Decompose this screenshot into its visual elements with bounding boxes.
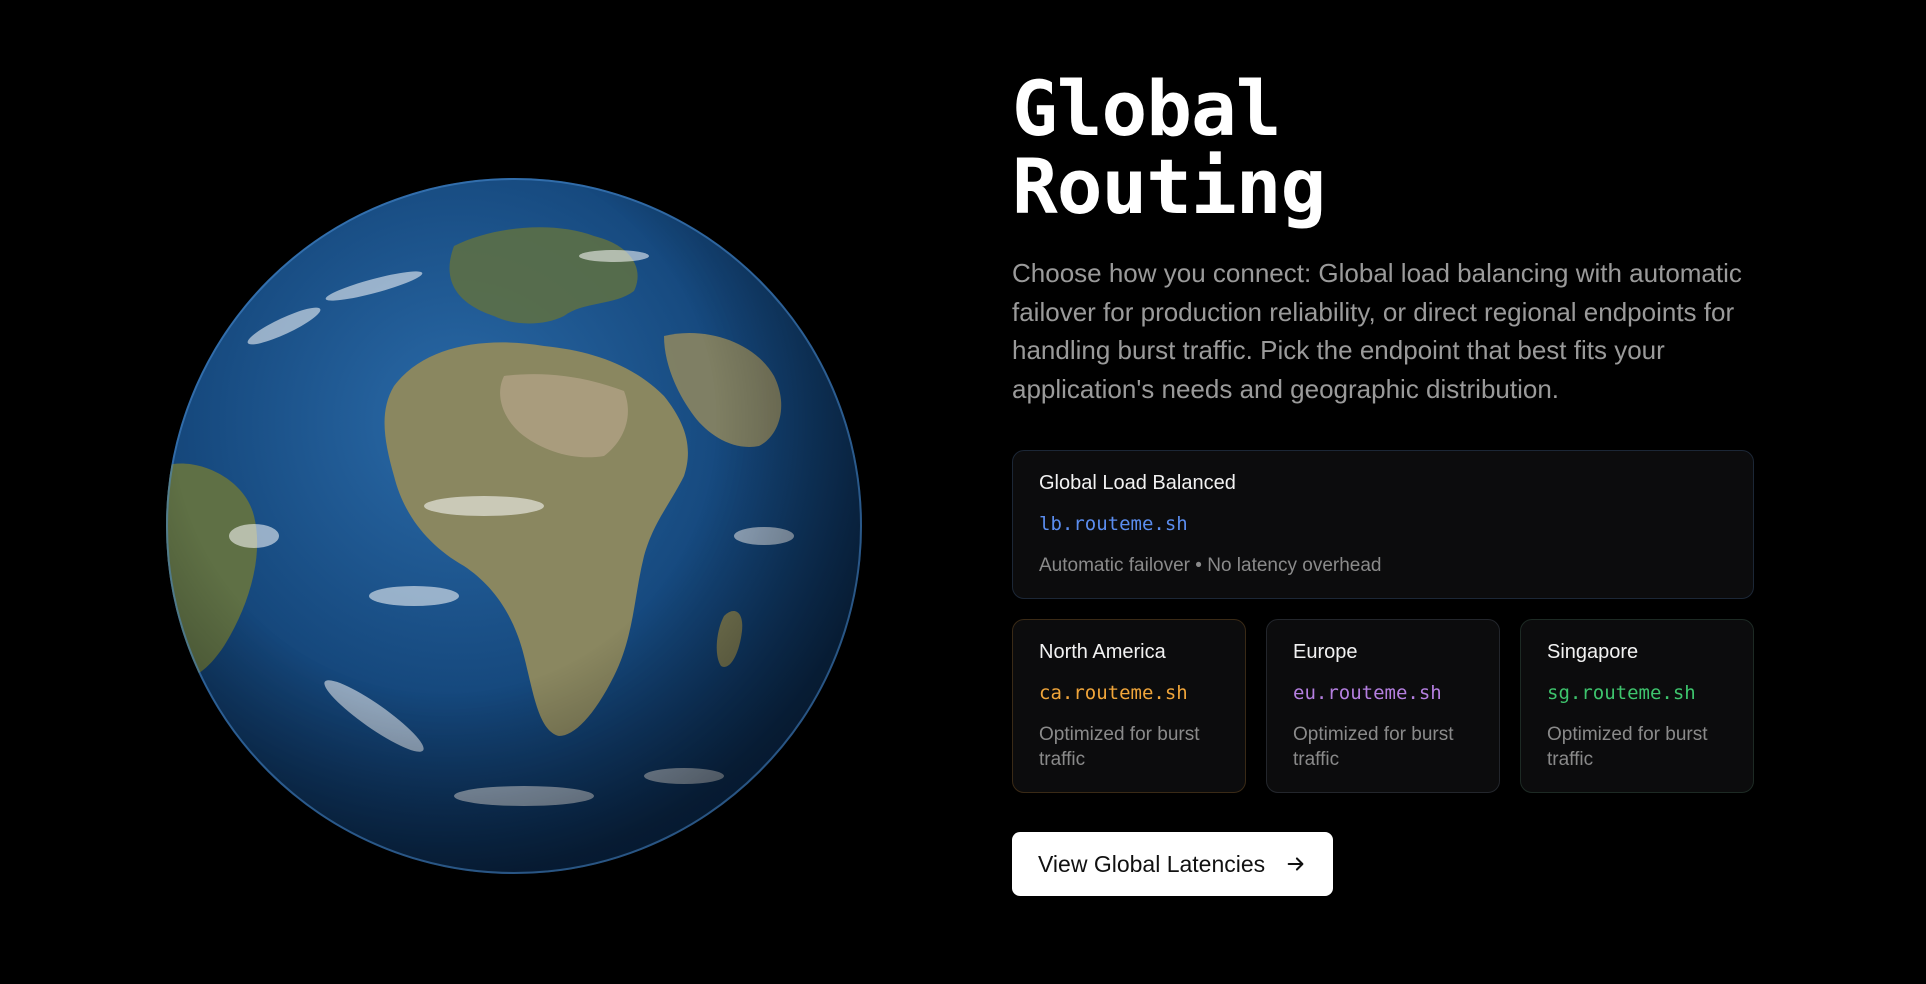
card-title: Europe (1293, 641, 1358, 663)
region-card-europe[interactable]: Europe eu.routeme.sh Optimized for burst… (1266, 619, 1500, 793)
page-title-line2: Routing (1012, 142, 1326, 231)
page-title-line1: Global (1012, 64, 1282, 153)
endpoint-host[interactable]: sg.routeme.sh (1547, 681, 1727, 705)
earth-globe[interactable] (164, 176, 864, 876)
card-title: Global Load Balanced (1039, 472, 1236, 494)
arrow-right-icon (1287, 857, 1304, 871)
region-card-north-america[interactable]: North America ca.routeme.sh Optimized fo… (1012, 619, 1246, 793)
card-note: Optimized for burst traffic (1039, 724, 1200, 770)
card-note: Automatic failover • No latency overhead (1039, 555, 1382, 576)
endpoint-host[interactable]: eu.routeme.sh (1293, 681, 1473, 705)
card-note: Optimized for burst traffic (1293, 724, 1454, 770)
card-title: Singapore (1547, 641, 1639, 663)
region-cards: North America ca.routeme.sh Optimized fo… (1012, 619, 1754, 793)
card-note: Optimized for burst traffic (1547, 724, 1708, 770)
card-title: North America (1039, 641, 1166, 663)
endpoint-host[interactable]: lb.routeme.sh (1039, 512, 1727, 536)
region-card-singapore[interactable]: Singapore sg.routeme.sh Optimized for bu… (1520, 619, 1754, 793)
global-load-balanced-card[interactable]: Global Load Balanced lb.routeme.sh Autom… (1012, 450, 1754, 599)
earth-globe-image (166, 178, 862, 874)
cta-label: View Global Latencies (1038, 850, 1266, 877)
page-title: Global Routing (1012, 70, 1754, 226)
view-global-latencies-button[interactable]: View Global Latencies (1012, 832, 1334, 896)
main-content: Global Routing Choose how you connect: G… (1012, 70, 1754, 896)
endpoint-host[interactable]: ca.routeme.sh (1039, 681, 1219, 705)
page-description: Choose how you connect: Global load bala… (1012, 258, 1742, 404)
